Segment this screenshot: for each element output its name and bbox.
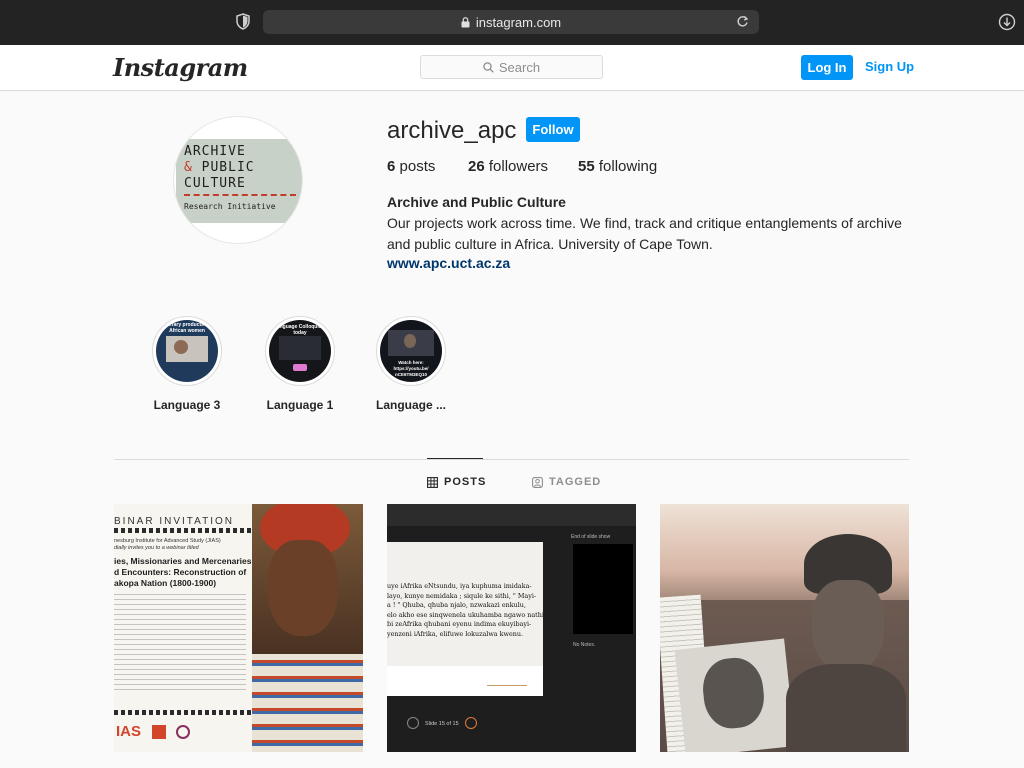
jias-logo: IAS [116,723,142,740]
profile-username: archive_apc [387,117,517,144]
highlight-overlay-text: Literary products by African women [162,322,212,334]
end-of-slideshow-label: End of slide show [571,534,611,540]
avatar-logo-line2: & PUBLIC [184,160,255,175]
post-body-text [114,594,246,694]
story-highlight[interactable]: Language Colloquium today Language 1 [250,316,350,412]
story-highlight[interactable]: Literary products by African women Langu… [137,316,237,412]
download-icon[interactable] [998,13,1016,31]
highlight-ring: Watch here: https://youtu.be/ nCE6TM3EQ1… [376,316,446,386]
url-text: instagram.com [475,14,562,30]
tab-posts-label: POSTS [444,476,487,488]
posts-count-stat: 6 posts [387,158,436,175]
bio-full-name: Archive and Public Culture [387,194,566,210]
post-webinar-title: ies, Missionaries and Mercenaries d Enco… [114,556,252,588]
story-highlight[interactable]: Watch here: https://youtu.be/ nCE6TM3EQ1… [361,316,461,412]
post-elder-portrait [786,534,906,752]
post-banner-text: BINAR INVITATION [114,516,234,527]
highlight-overlay-text: Watch here: https://youtu.be/ nCE6TM3EQ1… [393,360,429,377]
post-thumbnail[interactable]: BINAR INVITATION nesburg Institute for A… [114,504,363,752]
search-icon [483,61,494,73]
slide-footer [387,666,543,696]
face-shape [812,580,884,672]
followers-count-stat[interactable]: 26 followers [468,158,548,175]
post-thumbnail[interactable] [660,504,909,752]
next-slide-preview [573,544,633,634]
instagram-logo[interactable]: Instagram [113,53,248,82]
highlight-overlay-text: Language Colloquium today [273,324,327,336]
address-bar[interactable]: instagram.com [263,10,759,34]
avatar-logo-line1: ARCHIVE [184,144,246,159]
highlight-label: Language ... [375,398,446,412]
post-intro-lines: nesburg Institute for Advanced Study (JI… [114,538,221,551]
reload-icon[interactable] [736,15,749,28]
slide-counter: Slide 15 of 15 [425,721,459,727]
search-input[interactable]: Search [420,55,603,79]
tabs-divider [114,459,909,460]
face-shape [268,540,338,636]
partner-logo [152,725,166,739]
tab-tagged[interactable]: TAGGED [532,476,601,488]
avatar-logo-subtitle: Research Initiative [184,202,276,211]
lock-icon [461,16,470,27]
bio-website-link[interactable]: www.apc.uct.ac.za [387,255,510,271]
notes-label: No Notes. [573,642,596,648]
prev-slide-icon[interactable] [407,717,419,729]
post-thumbnail[interactable]: uye iAfrika eNtsundu, iya kuphuma imidak… [387,504,636,752]
next-slide-icon[interactable] [465,717,477,729]
partner-logo [176,725,190,739]
shawl-shape [786,664,906,752]
photo-portrait-shape [699,655,767,732]
post-flyer-panel: BINAR INVITATION nesburg Institute for A… [114,504,252,752]
tab-posts[interactable]: POSTS [427,476,486,488]
slide-preview: uye iAfrika eNtsundu, iya kuphuma imidak… [387,542,543,666]
highlight-thumbnail: Watch here: https://youtu.be/ nCE6TM3EQ1… [380,320,442,382]
post-archival-photo [674,638,796,752]
search-placeholder: Search [498,59,541,75]
slideshow-toolbar [387,504,636,526]
follow-button[interactable]: Follow [526,117,580,142]
profile-avatar[interactable]: ARCHIVE & PUBLIC CULTURE Research Initia… [173,116,303,244]
avatar-logo-image: ARCHIVE & PUBLIC CULTURE Research Initia… [176,139,302,223]
highlight-thumbnail: Language Colloquium today [269,320,331,382]
avatar-logo-line3: CULTURE [184,176,246,191]
highlight-label: Language 3 [153,398,221,412]
tagged-user-icon [532,476,543,488]
slide-isixhosa-text: uye iAfrika eNtsundu, iya kuphuma imidak… [387,582,543,638]
browser-toolbar: instagram.com [0,0,1024,45]
bio-description: Our projects work across time. We find, … [387,215,902,252]
site-header: Instagram Search Log In Sign Up [0,45,1024,91]
shield-icon[interactable] [236,13,250,30]
following-count-stat[interactable]: 55 following [578,158,657,175]
tab-tagged-label: TAGGED [549,476,602,488]
grid-icon [427,476,438,488]
login-button[interactable]: Log In [801,55,853,80]
post-pattern-strip [114,710,252,715]
beaded-collar [252,654,363,752]
signature-mark [487,676,527,686]
post-portrait-photo [252,504,363,752]
signup-link[interactable]: Sign Up [865,59,914,74]
avatar-logo-divider [184,194,296,196]
active-tab-indicator [427,458,483,459]
highlight-thumbnail: Literary products by African women [156,320,218,382]
highlight-ring: Language Colloquium today [265,316,335,386]
highlight-ring: Literary products by African women [152,316,222,386]
highlight-label: Language 1 [266,398,334,412]
post-pattern-strip [114,528,252,533]
